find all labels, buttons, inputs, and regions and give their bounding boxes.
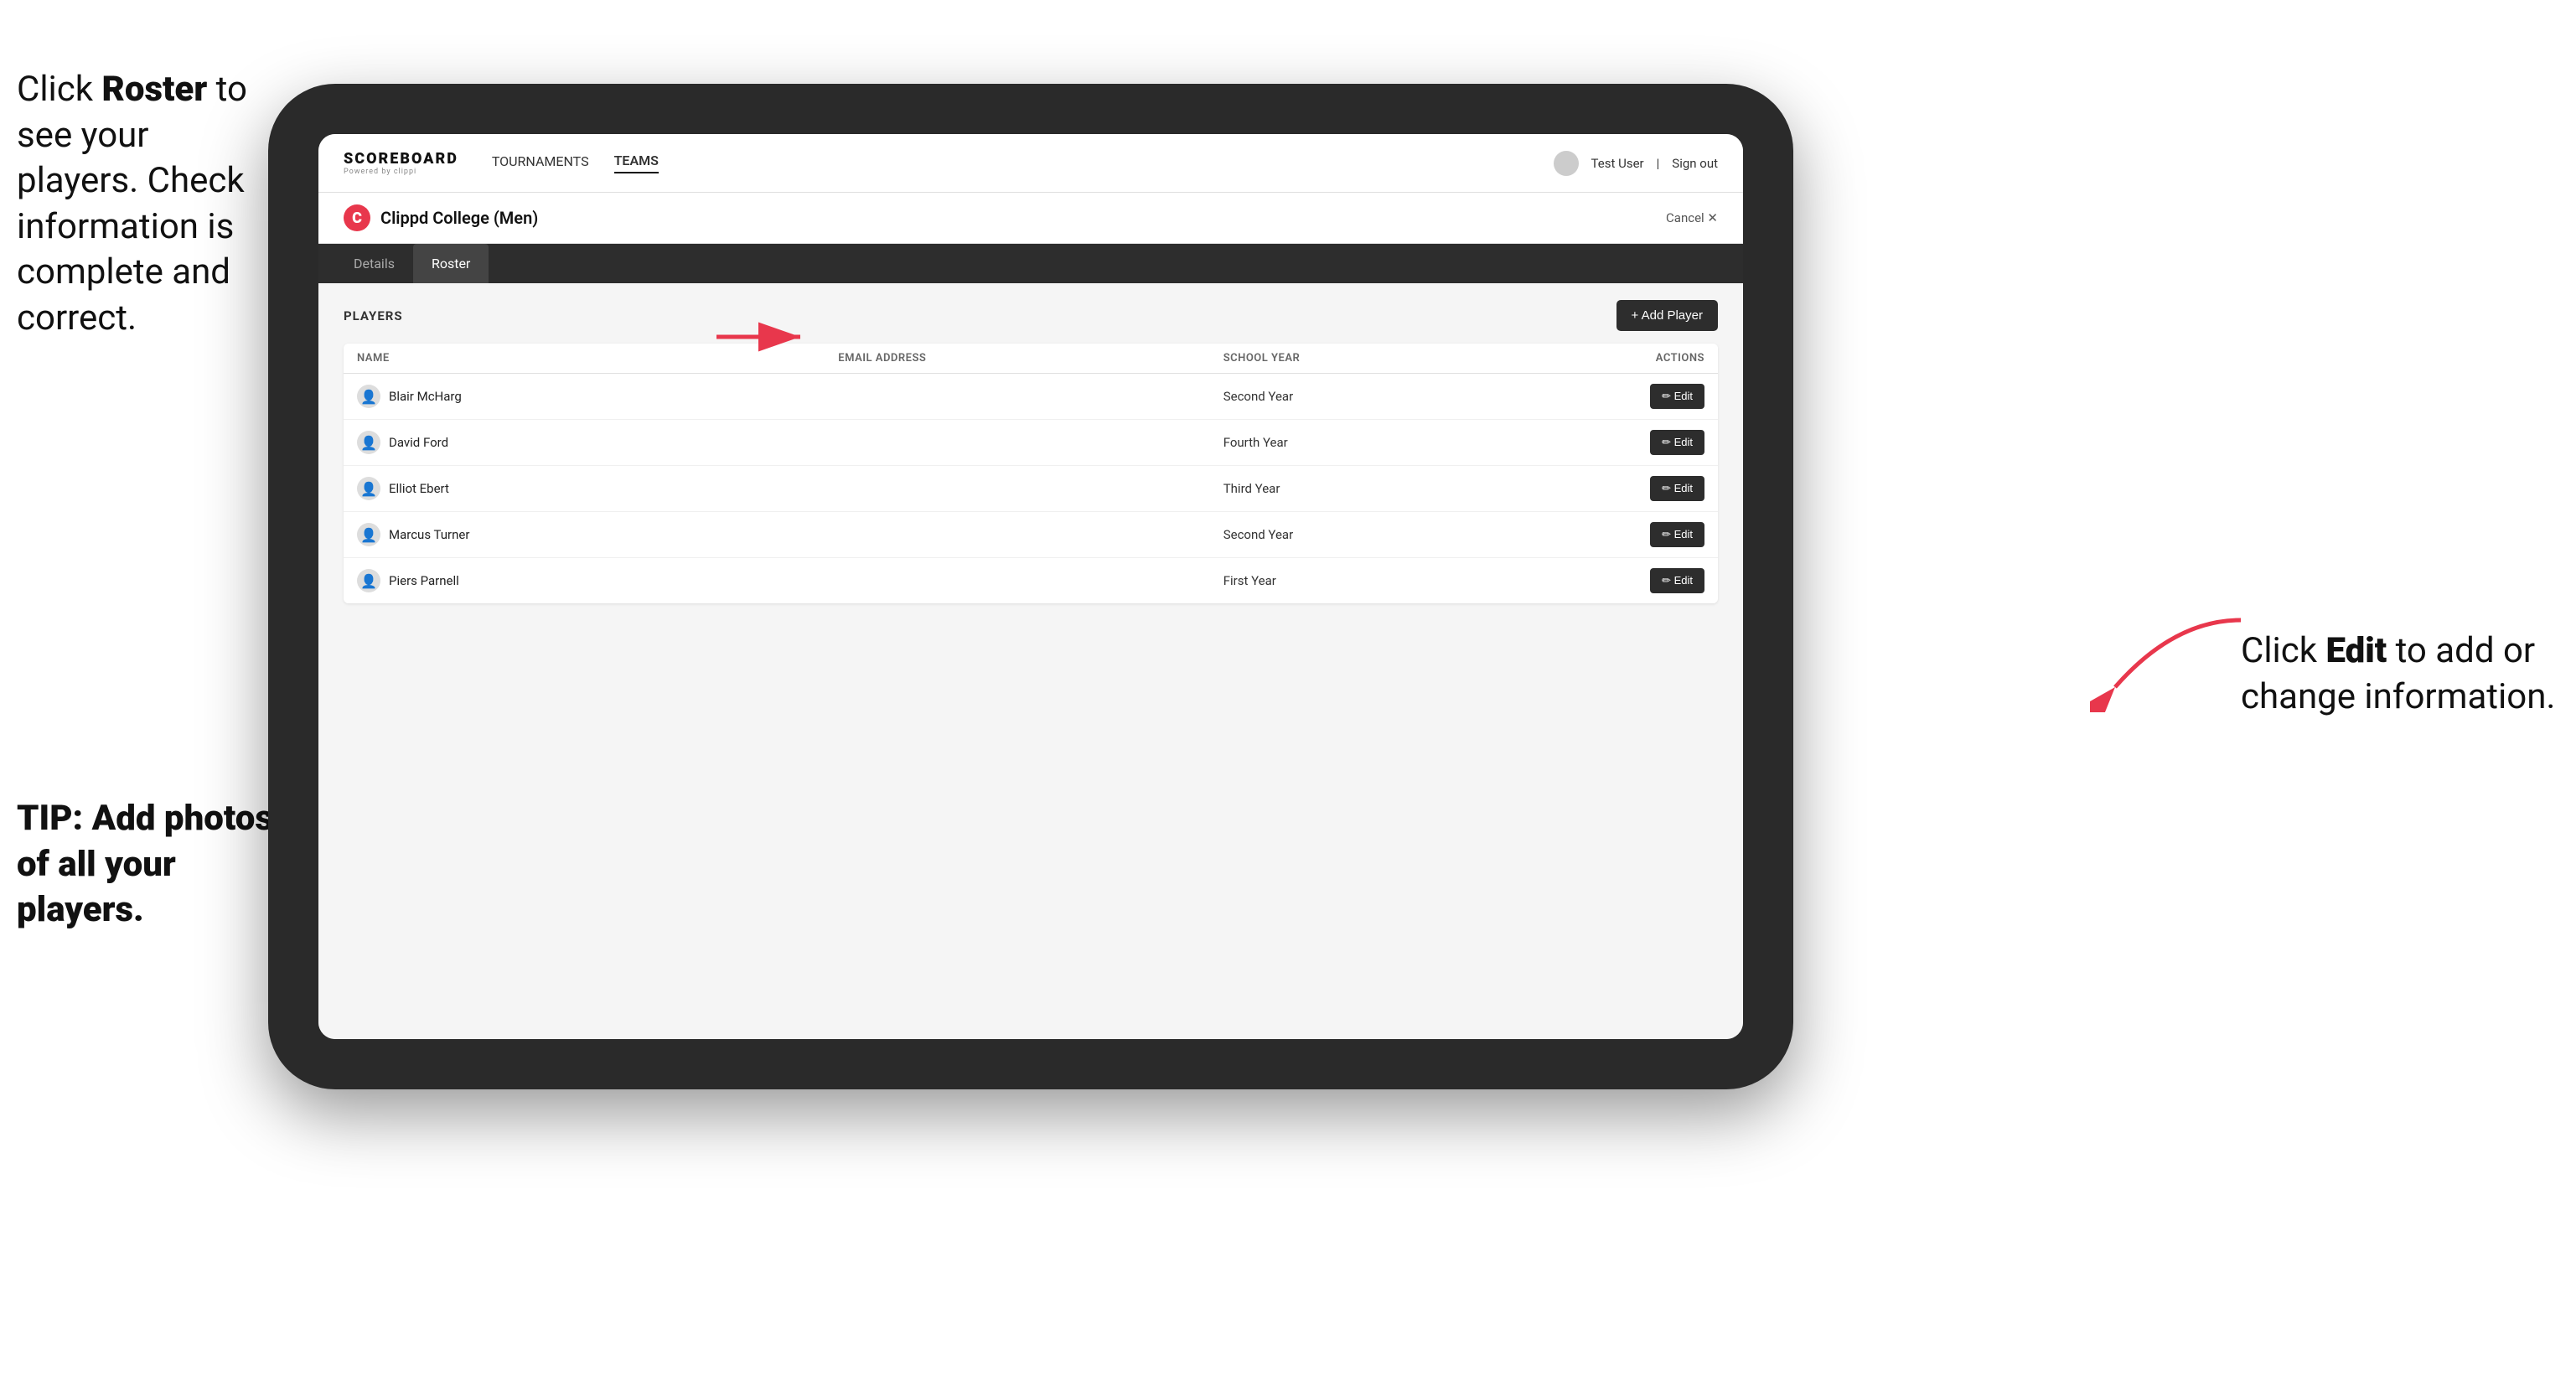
tab-details[interactable]: Details [335, 244, 413, 283]
logo-scoreboard: SCOREBOARD [344, 150, 458, 168]
table-row: 👤 David Ford Fourth Year ✏ Edit [344, 420, 1718, 466]
edit-button[interactable]: ✏ Edit [1650, 430, 1704, 455]
player-avatar: 👤 [357, 431, 380, 454]
edit-bold: Edit [2325, 630, 2387, 671]
avatar-icon: 👤 [360, 435, 377, 451]
player-name: David Ford [389, 435, 448, 450]
content-area: PLAYERS + Add Player NAME EMAIL ADDRESS … [318, 283, 1743, 1039]
app-navbar: SCOREBOARD Powered by clippi TOURNAMENTS… [318, 134, 1743, 193]
table-row: 👤 Elliot Ebert Third Year ✏ Edit [344, 466, 1718, 512]
tabs-bar: Details Roster [318, 244, 1743, 283]
cancel-button[interactable]: Cancel ✕ [1666, 210, 1718, 225]
player-name-cell: 👤 David Ford [357, 431, 838, 454]
navbar-right: Test User | Sign out [1554, 151, 1718, 176]
player-school-year: Second Year [1223, 389, 1513, 404]
separator: | [1657, 156, 1660, 171]
actions-cell: ✏ Edit [1512, 430, 1704, 455]
edit-button[interactable]: ✏ Edit [1650, 568, 1704, 593]
player-school-year: Fourth Year [1223, 435, 1513, 450]
table-header: NAME EMAIL ADDRESS SCHOOL YEAR ACTIONS [344, 344, 1718, 374]
left-instructions: Click Roster to see your players. Check … [17, 67, 268, 342]
player-school-year: First Year [1223, 573, 1513, 588]
tablet-screen: SCOREBOARD Powered by clippi TOURNAMENTS… [318, 134, 1743, 1039]
players-table: NAME EMAIL ADDRESS SCHOOL YEAR ACTIONS 👤… [344, 344, 1718, 603]
actions-cell: ✏ Edit [1512, 384, 1704, 409]
player-name: Elliot Ebert [389, 481, 449, 496]
nav-links: TOURNAMENTS TEAMS [492, 153, 659, 173]
team-header: C Clippd College (Men) Cancel ✕ [318, 193, 1743, 244]
edit-button[interactable]: ✏ Edit [1650, 522, 1704, 547]
user-avatar-icon [1554, 151, 1579, 176]
player-name: Piers Parnell [389, 573, 459, 588]
col-header-actions: ACTIONS [1512, 352, 1704, 365]
avatar-icon: 👤 [360, 573, 377, 589]
col-header-year: SCHOOL YEAR [1223, 352, 1513, 365]
arrow-to-edit [2090, 612, 2258, 712]
tab-roster[interactable]: Roster [413, 244, 489, 283]
avatar-icon: 👤 [360, 389, 377, 405]
player-avatar: 👤 [357, 477, 380, 500]
players-label: PLAYERS [344, 308, 403, 323]
actions-cell: ✏ Edit [1512, 476, 1704, 501]
player-name-cell: 👤 Marcus Turner [357, 523, 838, 546]
player-school-year: Third Year [1223, 481, 1513, 496]
nav-tournaments[interactable]: TOURNAMENTS [492, 153, 589, 173]
player-name: Blair McHarg [389, 389, 462, 404]
tablet-device: SCOREBOARD Powered by clippi TOURNAMENTS… [268, 84, 1793, 1089]
team-name-area: C Clippd College (Men) [344, 204, 538, 231]
tip-text: TIP: Add photos of all your players. [17, 796, 285, 933]
nav-teams[interactable]: TEAMS [614, 153, 659, 173]
player-name-cell: 👤 Blair McHarg [357, 385, 838, 408]
table-row: 👤 Blair McHarg Second Year ✏ Edit [344, 374, 1718, 420]
navbar-left: SCOREBOARD Powered by clippi TOURNAMENTS… [344, 150, 659, 176]
player-name-cell: 👤 Piers Parnell [357, 569, 838, 592]
players-header: PLAYERS + Add Player [344, 300, 1718, 331]
edit-button[interactable]: ✏ Edit [1650, 384, 1704, 409]
avatar-icon: 👤 [360, 481, 377, 497]
arrow-to-roster [716, 312, 817, 362]
edit-button[interactable]: ✏ Edit [1650, 476, 1704, 501]
user-label: Test User [1591, 156, 1644, 171]
player-name: Marcus Turner [389, 527, 469, 542]
table-row: 👤 Piers Parnell First Year ✏ Edit [344, 558, 1718, 603]
logo-area: SCOREBOARD Powered by clippi [344, 150, 458, 176]
roster-bold: Roster [101, 69, 207, 110]
player-school-year: Second Year [1223, 527, 1513, 542]
team-logo: C [344, 204, 370, 231]
avatar-icon: 👤 [360, 527, 377, 543]
right-instructions: Click Edit to add or change information. [2241, 628, 2559, 720]
team-name: Clippd College (Men) [380, 208, 538, 228]
player-avatar: 👤 [357, 385, 380, 408]
add-player-button[interactable]: + Add Player [1616, 300, 1718, 331]
player-name-cell: 👤 Elliot Ebert [357, 477, 838, 500]
logo-sub: Powered by clippi [344, 168, 458, 176]
signout-link[interactable]: Sign out [1672, 156, 1718, 171]
actions-cell: ✏ Edit [1512, 522, 1704, 547]
actions-cell: ✏ Edit [1512, 568, 1704, 593]
player-avatar: 👤 [357, 569, 380, 592]
table-row: 👤 Marcus Turner Second Year ✏ Edit [344, 512, 1718, 558]
player-avatar: 👤 [357, 523, 380, 546]
col-header-email: EMAIL ADDRESS [838, 352, 1223, 365]
